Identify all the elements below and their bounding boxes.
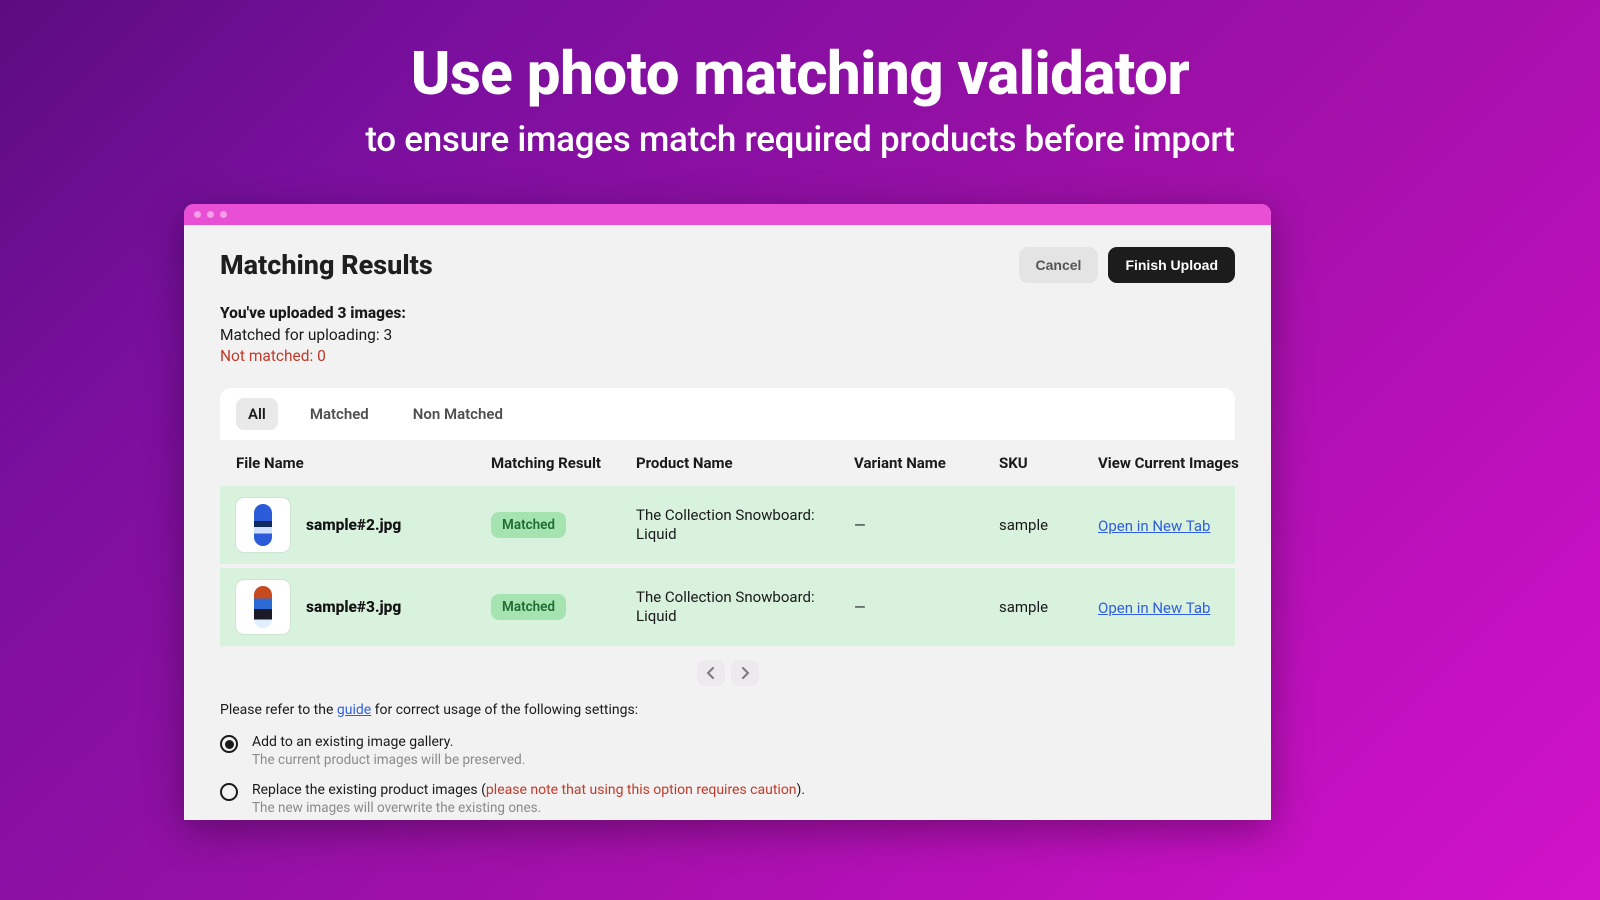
file-name: sample#3.jpg [306, 598, 401, 616]
upload-summary: You've uploaded 3 images: Matched for up… [220, 303, 1235, 368]
sku-value: sample [999, 598, 1098, 616]
open-in-new-tab-link[interactable]: Open in New Tab [1098, 599, 1210, 617]
col-sku: SKU [999, 454, 1098, 472]
variant-name: — [854, 516, 999, 534]
option-replace-desc: The new images will overwrite the existi… [252, 800, 805, 816]
window-dot-icon [194, 211, 201, 218]
cancel-button[interactable]: Cancel [1019, 247, 1099, 283]
tab-all[interactable]: All [236, 398, 278, 430]
variant-name: — [854, 598, 999, 616]
chevron-left-icon [707, 667, 715, 679]
tab-matched[interactable]: Matched [298, 398, 381, 430]
results-table: File Name Matching Result Product Name V… [220, 440, 1235, 650]
snowboard-icon [254, 586, 272, 628]
hero-subtitle: to ensure images match required products… [0, 109, 1600, 160]
summary-matched: Matched for uploading: 3 [220, 325, 1235, 347]
col-variant-name: Variant Name [854, 454, 999, 472]
upload-options: Add to an existing image gallery. The cu… [220, 734, 1235, 816]
finish-upload-button[interactable]: Finish Upload [1108, 247, 1235, 283]
guide-link[interactable]: guide [337, 702, 371, 718]
product-name: The Collection Snowboard: Liquid [636, 588, 854, 627]
open-in-new-tab-link[interactable]: Open in New Tab [1098, 517, 1210, 535]
tab-non-matched[interactable]: Non Matched [401, 398, 515, 430]
guide-note: Please refer to the guide for correct us… [220, 702, 1235, 718]
option-add[interactable]: Add to an existing image gallery. The cu… [220, 734, 1235, 768]
note-prefix: Please refer to the [220, 702, 337, 718]
option-replace[interactable]: Replace the existing product images (ple… [220, 782, 1235, 816]
table-row: sample#3.jpg Matched The Collection Snow… [220, 568, 1235, 650]
summary-not-matched: Not matched: 0 [220, 346, 1235, 368]
option-add-label: Add to an existing image gallery. [252, 734, 525, 750]
radio-add[interactable] [220, 735, 238, 753]
status-badge: Matched [491, 594, 566, 620]
window-dot-icon [220, 211, 227, 218]
file-thumbnail [236, 498, 290, 552]
next-page-button[interactable] [731, 660, 759, 686]
pagination [220, 650, 1235, 700]
hero-title: Use photo matching validator [0, 0, 1600, 109]
filter-tabs: All Matched Non Matched [220, 388, 1235, 440]
table-row: sample#2.jpg Matched The Collection Snow… [220, 486, 1235, 568]
sku-value: sample [999, 516, 1098, 534]
col-product-name: Product Name [636, 454, 854, 472]
option-add-desc: The current product images will be prese… [252, 752, 525, 768]
option-replace-post: ). [797, 782, 806, 798]
table-header: File Name Matching Result Product Name V… [220, 440, 1235, 486]
col-matching-result: Matching Result [491, 454, 636, 472]
file-thumbnail [236, 580, 290, 634]
col-view: View Current Images [1098, 454, 1271, 472]
chevron-right-icon [741, 667, 749, 679]
note-suffix: for correct usage of the following setti… [371, 702, 638, 718]
status-badge: Matched [491, 512, 566, 538]
window-titlebar [184, 204, 1271, 225]
option-replace-caution: please note that using this option requi… [486, 782, 797, 798]
file-name: sample#2.jpg [306, 516, 401, 534]
radio-replace[interactable] [220, 783, 238, 801]
window-dot-icon [207, 211, 214, 218]
product-name: The Collection Snowboard: Liquid [636, 506, 854, 545]
option-replace-pre: Replace the existing product images ( [252, 782, 486, 798]
page-title: Matching Results [220, 249, 433, 281]
summary-uploaded: You've uploaded 3 images: [220, 303, 1235, 325]
option-replace-label: Replace the existing product images (ple… [252, 782, 805, 798]
app-window: Matching Results Cancel Finish Upload Yo… [184, 204, 1271, 820]
prev-page-button[interactable] [697, 660, 725, 686]
snowboard-icon [254, 504, 272, 546]
col-file-name: File Name [236, 454, 491, 472]
